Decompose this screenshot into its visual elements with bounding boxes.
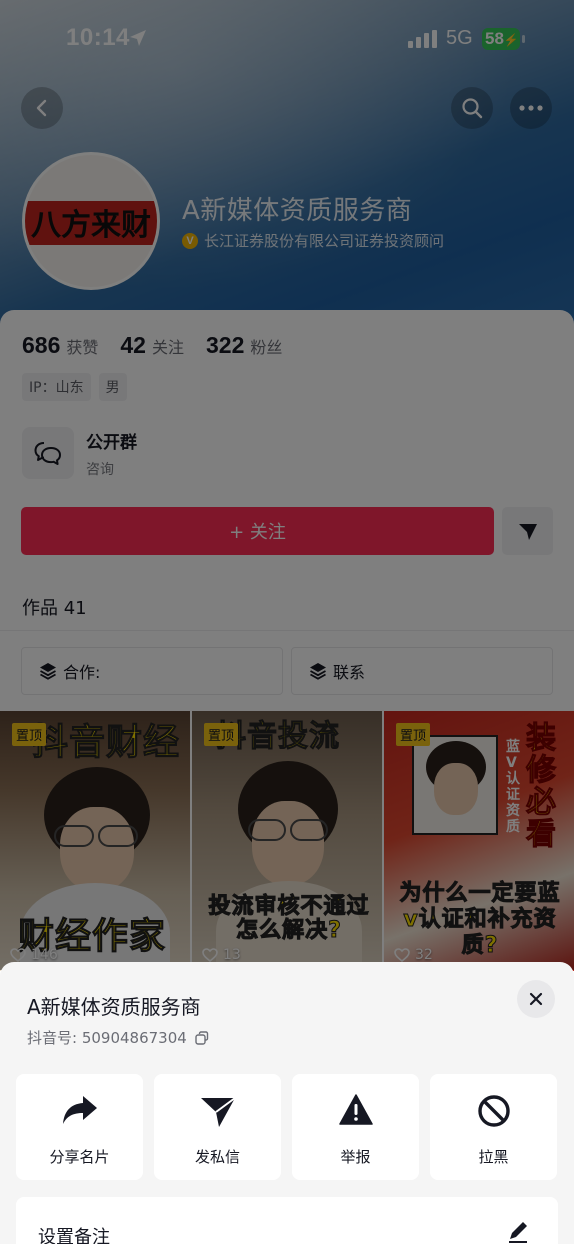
pencil-icon — [509, 1222, 527, 1243]
share-card-button[interactable]: 分享名片 — [16, 1074, 143, 1180]
douyin-id-text: 抖音号: 50904867304 — [27, 1029, 187, 1047]
share-icon — [62, 1096, 97, 1124]
send-icon — [200, 1097, 236, 1127]
action-sheet: A新媒体资质服务商 抖音号: 50904867304 分享名片 发私信 举报 拉… — [0, 962, 574, 1244]
block-button[interactable]: 拉黑 — [430, 1074, 557, 1180]
action-label: 发私信 — [194, 1148, 240, 1166]
close-button[interactable] — [517, 980, 555, 1018]
private-message-button[interactable]: 发私信 — [154, 1074, 281, 1180]
sheet-title: A新媒体资质服务商 — [27, 995, 201, 1019]
remark-label: 设置备注 — [38, 1227, 110, 1244]
douyin-id: 抖音号: 50904867304 — [27, 1027, 209, 1048]
copy-icon[interactable] — [195, 1030, 209, 1045]
action-label: 拉黑 — [478, 1148, 509, 1166]
warning-icon — [338, 1094, 373, 1125]
action-label: 分享名片 — [49, 1148, 110, 1166]
block-icon — [477, 1095, 510, 1127]
set-remark-row[interactable]: 设置备注 — [16, 1197, 558, 1244]
modal-overlay[interactable] — [0, 0, 574, 970]
close-icon — [529, 992, 543, 1006]
action-label: 举报 — [340, 1148, 371, 1166]
report-button[interactable]: 举报 — [292, 1074, 419, 1180]
